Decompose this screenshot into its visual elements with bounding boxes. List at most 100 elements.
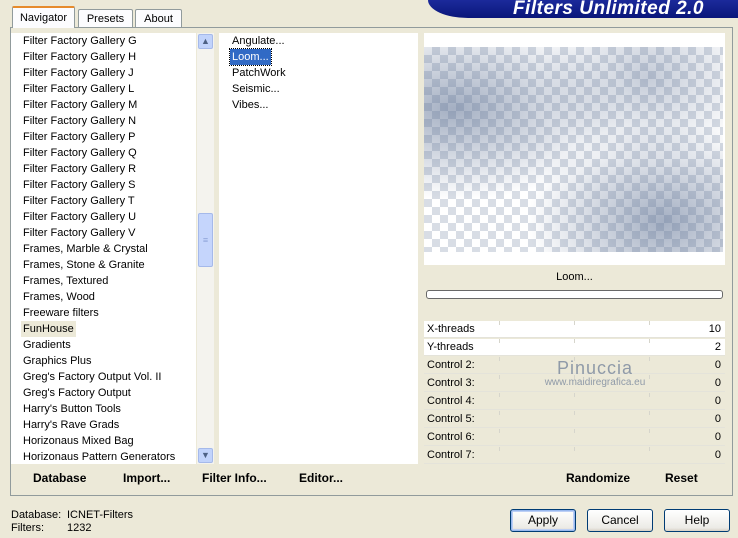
category-item[interactable]: Graphics Plus (23, 353, 91, 369)
category-item[interactable]: Filter Factory Gallery M (23, 97, 137, 113)
category-item[interactable]: Freeware filters (23, 305, 99, 321)
watermark: Pinuccia www.maidiregrafica.eu (520, 358, 670, 388)
filter-item[interactable]: Angulate... (230, 33, 287, 49)
slider-tick (574, 447, 575, 451)
filters-label: Filters: (11, 522, 44, 534)
category-item[interactable]: Filter Factory Gallery J (23, 65, 134, 81)
control-value: 0 (714, 449, 721, 461)
progress-bar (426, 290, 723, 299)
control-value: 0 (714, 395, 721, 407)
slider-tick (499, 339, 500, 343)
slider-tick (499, 447, 500, 451)
category-scrollbar[interactable]: ▲ ≡ ▼ (196, 33, 214, 464)
slider-tick (499, 375, 500, 379)
category-item[interactable]: Filter Factory Gallery U (23, 209, 136, 225)
slider-tick (649, 447, 650, 451)
slider-tick (574, 429, 575, 433)
preview-image[interactable] (424, 47, 723, 252)
watermark-name: Pinuccia (556, 358, 634, 378)
control-value: 0 (714, 413, 721, 425)
category-item[interactable]: Filter Factory Gallery V (23, 225, 135, 241)
slider-tick (574, 321, 575, 325)
app-title-banner: Filters Unlimited 2.0 (428, 0, 738, 18)
slider-tick (574, 393, 575, 397)
category-item[interactable]: Filter Factory Gallery S (23, 177, 135, 193)
slider-tick (499, 393, 500, 397)
slider-tick (574, 411, 575, 415)
filter-item[interactable]: Vibes... (230, 97, 271, 113)
control-value: 0 (714, 359, 721, 371)
slider-tick (649, 393, 650, 397)
control-label: Control 5: (427, 413, 475, 425)
control-row[interactable]: X-threads 10 (424, 321, 725, 338)
control-label: Control 2: (427, 359, 475, 371)
category-item[interactable]: Filter Factory Gallery T (23, 193, 135, 209)
category-item[interactable]: Greg's Factory Output (23, 385, 131, 401)
category-item[interactable]: Greg's Factory Output Vol. II (23, 369, 161, 385)
slider-tick (649, 339, 650, 343)
watermark-url: www.maidiregrafica.eu (544, 377, 646, 388)
randomize-button[interactable]: Randomize (566, 471, 630, 485)
category-item[interactable]: Gradients (23, 337, 71, 353)
category-item[interactable]: Filter Factory Gallery Q (23, 145, 137, 161)
tab-navigator[interactable]: Navigator (12, 6, 75, 28)
tab-about[interactable]: About (135, 9, 182, 27)
selected-filter-name: Loom... (556, 271, 593, 283)
slider-tick (499, 357, 500, 361)
filter-list[interactable]: Angulate... Loom... PatchWork Seismic... Vib… (219, 33, 418, 464)
slider-tick (649, 411, 650, 415)
apply-button[interactable]: Apply (510, 509, 576, 532)
filter-item[interactable]: PatchWork (230, 65, 288, 81)
slider-tick (499, 411, 500, 415)
category-item[interactable]: Frames, Marble & Crystal (23, 241, 148, 257)
filters-count: 1232 (67, 522, 92, 534)
category-item[interactable]: Filter Factory Gallery L (23, 81, 134, 97)
control-row[interactable]: Control 4: 0 (424, 393, 725, 410)
control-label: Control 3: (427, 377, 475, 389)
control-row[interactable]: Control 5: 0 (424, 411, 725, 428)
control-label: Control 4: (427, 395, 475, 407)
category-item[interactable]: Filter Factory Gallery H (23, 49, 136, 65)
filter-item[interactable]: Seismic... (230, 81, 282, 97)
cancel-button[interactable]: Cancel (587, 509, 653, 532)
control-label: Control 7: (427, 449, 475, 461)
filter-item[interactable]: Loom... (229, 48, 272, 66)
slider-tick (499, 429, 500, 433)
category-item[interactable]: Filter Factory Gallery R (23, 161, 136, 177)
scroll-thumb[interactable]: ≡ (198, 213, 213, 267)
category-item[interactable]: FunHouse (21, 321, 76, 337)
category-item[interactable]: Frames, Stone & Granite (23, 257, 145, 273)
control-row[interactable]: Control 6: 0 (424, 429, 725, 446)
slider-tick (649, 429, 650, 433)
category-item[interactable]: Filter Factory Gallery P (23, 129, 135, 145)
category-item[interactable]: Filter Factory Gallery N (23, 113, 136, 129)
editor-button[interactable]: Editor... (299, 471, 343, 485)
database-value: ICNET-Filters (67, 509, 133, 521)
category-item[interactable]: Horizonaus Pattern Generators (23, 449, 175, 464)
category-list[interactable]: Filter Factory Gallery G Filter Factory G… (11, 33, 196, 464)
control-row[interactable]: Y-threads 2 (424, 339, 725, 356)
help-button[interactable]: Help (664, 509, 730, 532)
category-item[interactable]: Horizonaus Mixed Bag (23, 433, 134, 449)
slider-tick (574, 339, 575, 343)
category-item[interactable]: Frames, Textured (23, 273, 108, 289)
control-value: 2 (714, 341, 721, 353)
control-value: 10 (708, 323, 721, 335)
slider-tick (649, 321, 650, 325)
import-button[interactable]: Import... (123, 471, 170, 485)
control-value: 0 (714, 377, 721, 389)
scroll-down-arrow-icon[interactable]: ▼ (198, 448, 213, 463)
database-button[interactable]: Database (33, 471, 86, 485)
control-row[interactable]: Control 7: 0 (424, 447, 725, 464)
database-label: Database: (11, 509, 62, 521)
category-item[interactable]: Harry's Rave Grads (23, 417, 119, 433)
filter-info-button[interactable]: Filter Info... (202, 471, 267, 485)
control-label: Control 6: (427, 431, 475, 443)
tab-presets[interactable]: Presets (78, 9, 133, 27)
category-item[interactable]: Filter Factory Gallery G (23, 33, 137, 49)
scroll-up-arrow-icon[interactable]: ▲ (198, 34, 213, 49)
category-item[interactable]: Harry's Button Tools (23, 401, 121, 417)
slider-tick (499, 321, 500, 325)
reset-button[interactable]: Reset (665, 471, 698, 485)
category-item[interactable]: Frames, Wood (23, 289, 95, 305)
